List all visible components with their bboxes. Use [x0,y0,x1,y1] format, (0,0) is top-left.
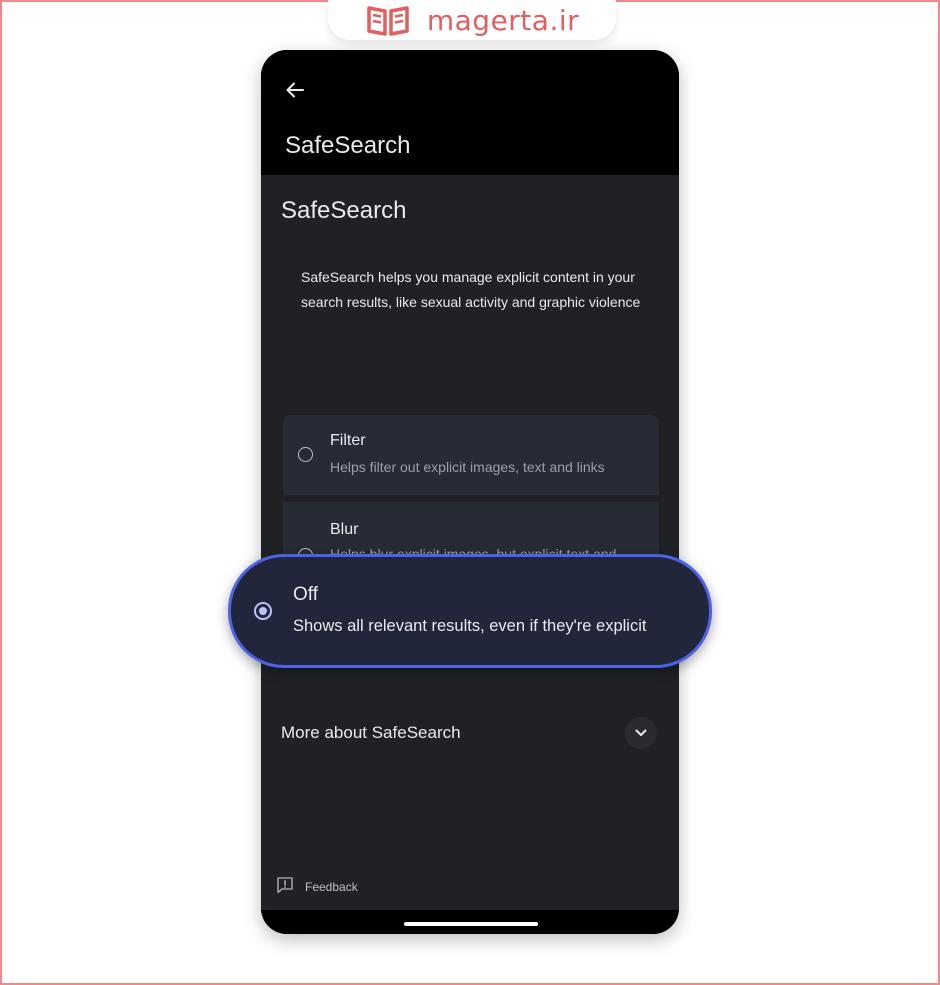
section-description: SafeSearch helps you manage explicit con… [301,269,641,310]
option-subtitle: Shows all relevant results, even if they… [293,617,647,635]
navigation-bar [261,910,679,934]
option-title: Blur [330,521,359,538]
filter-radio-button[interactable] [298,447,313,462]
watermark-text: magerta.ir [426,3,580,37]
app-bar: SafeSearch [261,50,679,175]
expand-button[interactable] [625,717,657,749]
settings-content: SafeSearch SafeSearch helps you manage e… [261,175,679,910]
watermark-banner: magerta.ir [328,0,616,40]
option-title: Off [293,584,318,605]
section-title: SafeSearch [281,197,407,224]
option-title: Filter [330,432,366,449]
phone-screen: SafeSearch SafeSearch SafeSearch helps y… [261,50,679,934]
more-about-safesearch[interactable]: More about SafeSearch [281,717,661,751]
off-radio-button-selected[interactable] [254,602,272,620]
back-button[interactable] [283,78,307,102]
more-about-label: More about SafeSearch [281,723,461,742]
open-book-logo-icon [367,6,409,36]
chevron-down-icon [635,729,647,736]
radio-selected-dot [259,607,267,615]
option-filter[interactable]: Filter Helps filter out explicit images,… [283,415,659,495]
home-indicator[interactable] [404,922,538,926]
arrow-left-icon [286,82,304,98]
page-title: SafeSearch [285,132,411,159]
feedback-icon [277,877,293,894]
option-subtitle: Helps filter out explicit images, text a… [330,459,605,475]
feedback-label: Feedback [305,880,358,894]
option-off-highlighted[interactable]: Off Shows all relevant results, even if … [228,554,712,668]
